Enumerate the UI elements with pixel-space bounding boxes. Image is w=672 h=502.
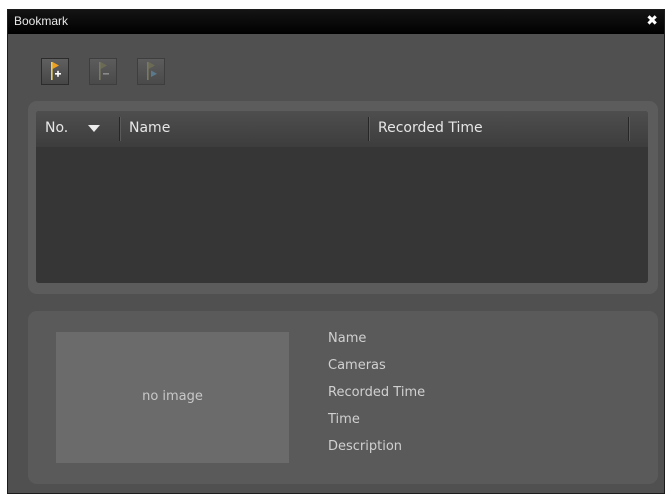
bookmark-window: Bookmark ✖ No. Name Recorded Time no ima…: [7, 9, 665, 494]
add-bookmark-button[interactable]: [41, 58, 69, 85]
title-bar[interactable]: Bookmark ✖: [8, 10, 664, 34]
list-body[interactable]: [36, 147, 648, 283]
bookmark-list: No. Name Recorded Time: [36, 111, 648, 283]
bookmark-detail-panel: no image Name Cameras Recorded Time Time…: [28, 311, 658, 484]
detail-label-time: Time: [328, 412, 360, 427]
column-divider[interactable]: [368, 117, 370, 141]
sort-descending-icon[interactable]: [88, 125, 100, 132]
column-header-name[interactable]: Name: [129, 120, 170, 136]
detail-label-name: Name: [328, 331, 367, 346]
detail-label-description: Description: [328, 439, 403, 454]
flag-remove-icon: [99, 62, 109, 80]
remove-bookmark-button[interactable]: [89, 58, 117, 85]
column-divider[interactable]: [628, 117, 630, 141]
bookmark-list-panel: No. Name Recorded Time: [28, 101, 658, 294]
go-to-bookmark-button[interactable]: [137, 58, 165, 85]
no-image-label: no image: [142, 389, 203, 404]
window-title: Bookmark: [14, 14, 69, 28]
flag-add-icon: [51, 62, 61, 80]
column-header-number[interactable]: No.: [45, 120, 68, 136]
detail-label-recorded-time: Recorded Time: [328, 385, 426, 400]
column-divider[interactable]: [119, 117, 121, 141]
list-header: No. Name Recorded Time: [36, 111, 648, 147]
flag-play-icon: [147, 62, 157, 80]
detail-label-cameras: Cameras: [328, 358, 386, 373]
close-button[interactable]: ✖: [646, 13, 658, 29]
bookmark-thumbnail: no image: [56, 332, 289, 463]
column-header-recorded-time[interactable]: Recorded Time: [378, 120, 483, 136]
